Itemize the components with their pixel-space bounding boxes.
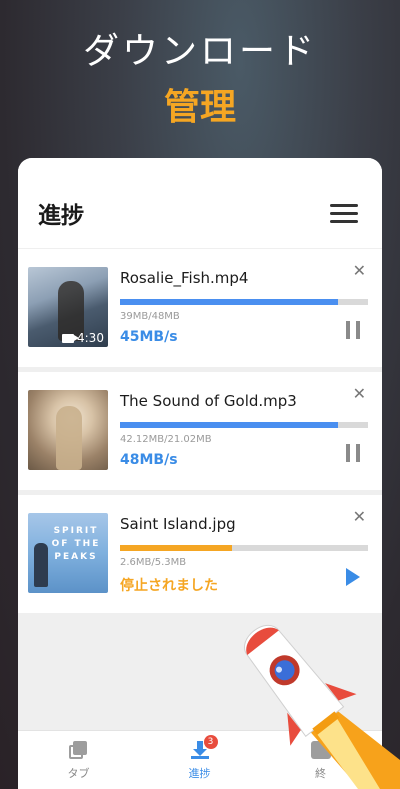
hero-title: ダウンロード (82, 31, 317, 72)
file-name: Rosalie_Fish.mp4 (120, 269, 249, 287)
download-icon-base (190, 756, 209, 759)
page-title: 進捗 (38, 203, 84, 229)
download-speed: 48MB/s (120, 452, 178, 468)
hero-banner: ダウンロード 管理 (0, 26, 400, 134)
pause-icon[interactable] (346, 321, 360, 339)
video-duration: 4:30 (77, 331, 104, 345)
progress-fill (120, 422, 339, 428)
thumbnail-figure (56, 406, 82, 470)
file-name: Saint Island.jpg (120, 515, 236, 533)
file-size: 2.6MB/5.3MB (120, 557, 187, 568)
count-badge: 3 (203, 735, 218, 749)
play-icon[interactable] (346, 568, 360, 586)
tab-tabs[interactable]: タブ (18, 731, 139, 789)
thumbnail-figure (34, 543, 48, 587)
video-camera-icon (62, 333, 79, 343)
rocket-illustration (244, 624, 400, 789)
video-duration-badge: 4:30 (62, 331, 104, 345)
file-size: 42.12MB/21.02MB (120, 434, 212, 445)
video-thumbnail: 4:30 (28, 267, 108, 347)
progress-fill (120, 545, 232, 551)
image-thumbnail: SPIRIT OF THE PEAKS (28, 513, 108, 593)
progress-fill (120, 299, 339, 305)
progress-bar (120, 422, 368, 428)
close-icon[interactable]: ✕ (353, 263, 366, 279)
download-item[interactable]: 4:30 Rosalie_Fish.mp4 ✕ 39MB/48MB 45MB/s (18, 249, 382, 367)
file-size: 39MB/48MB (120, 311, 180, 322)
audio-thumbnail (28, 390, 108, 470)
close-icon[interactable]: ✕ (353, 386, 366, 402)
progress-bar (120, 545, 368, 551)
download-icon: 3 (190, 735, 218, 759)
close-icon[interactable]: ✕ (353, 509, 366, 525)
thumbnail-title: SPIRIT OF THE PEAKS (51, 526, 101, 562)
progress-bar (120, 299, 368, 305)
panel-header: 進捗 (18, 158, 382, 248)
pause-icon[interactable] (346, 444, 360, 462)
list-icon[interactable] (330, 204, 358, 224)
download-item[interactable]: The Sound of Gold.mp3 ✕ 42.12MB/21.02MB … (18, 372, 382, 490)
file-name: The Sound of Gold.mp3 (120, 392, 297, 410)
download-speed: 45MB/s (120, 329, 178, 345)
tabs-icon (68, 741, 89, 759)
download-status: 停止されました (120, 578, 218, 594)
hero-accent: 管理 (163, 87, 236, 128)
tab-label: タブ (67, 767, 90, 780)
download-item[interactable]: SPIRIT OF THE PEAKS Saint Island.jpg ✕ 2… (18, 495, 382, 613)
